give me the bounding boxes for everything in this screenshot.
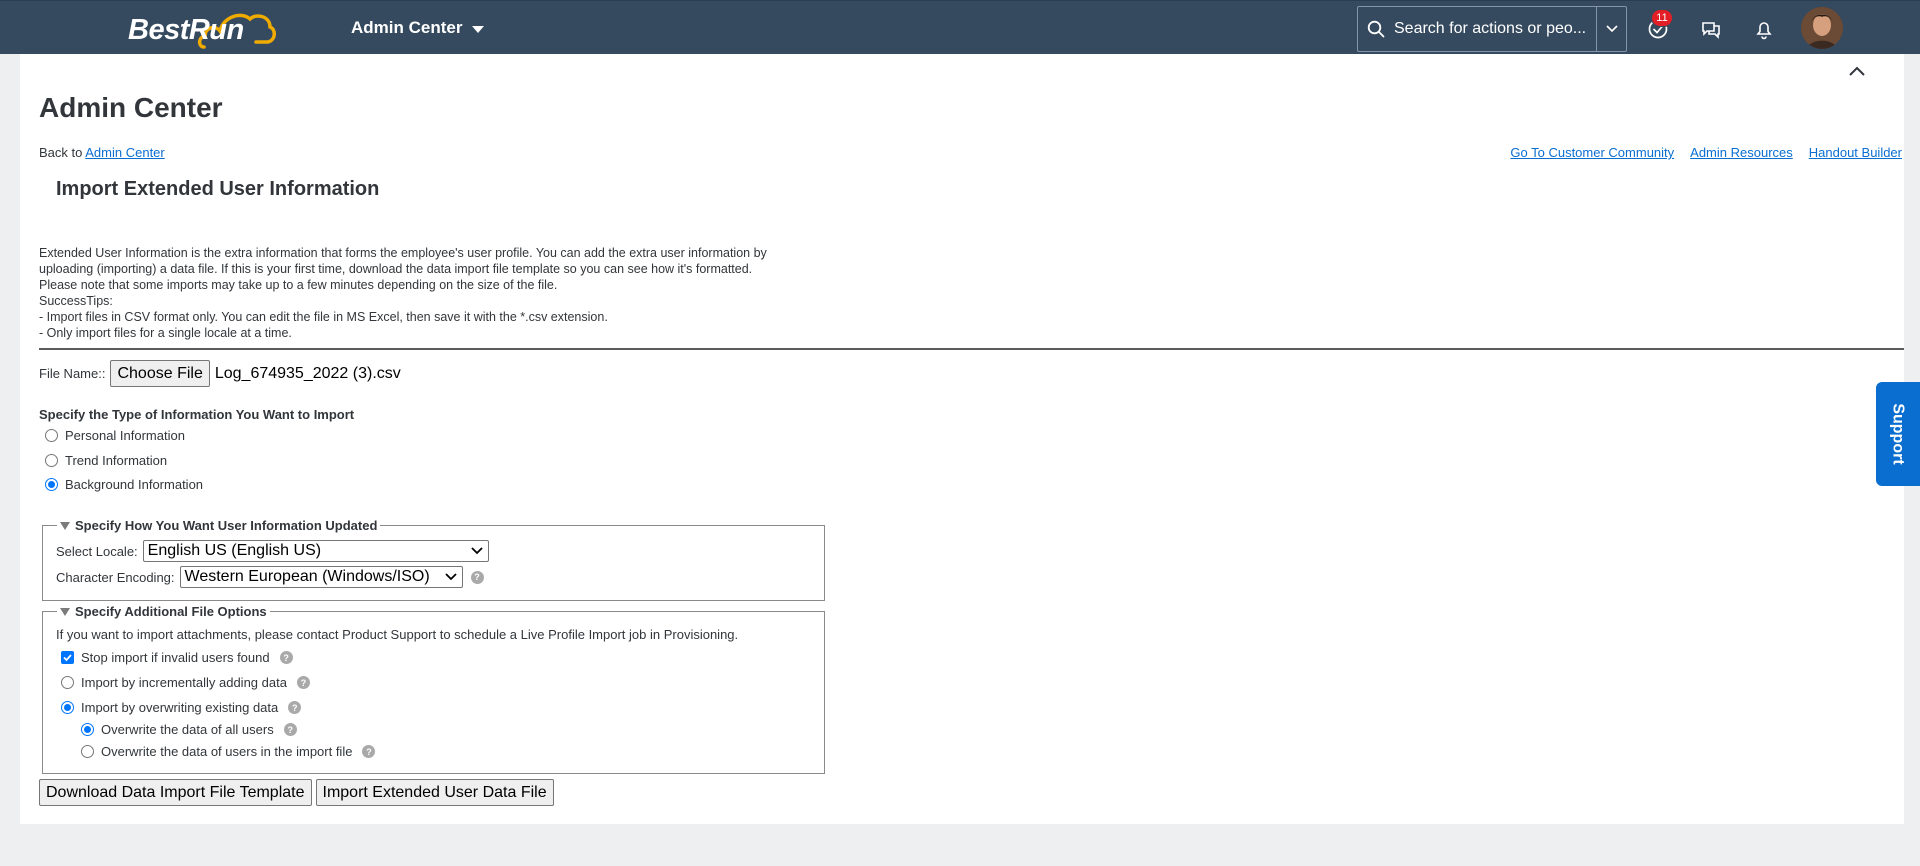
locale-row: Select Locale: English US (English US)	[56, 540, 489, 562]
page-content: Admin Center Back to Admin Center Go To …	[20, 54, 1904, 824]
radio-overwrite-import[interactable]	[81, 745, 94, 758]
collapse-header-button[interactable]	[1845, 62, 1869, 82]
overwrite-option[interactable]: Import by overwriting existing data ?	[61, 700, 302, 715]
radio-overwrite-all[interactable]	[81, 723, 94, 736]
locale-label: Select Locale:	[56, 543, 138, 559]
option-label: Overwrite the data of users in the impor…	[101, 744, 353, 759]
info-type-heading: Specify the Type of Information You Want…	[39, 407, 355, 422]
customer-community-link[interactable]: Go To Customer Community	[1510, 145, 1674, 160]
stop-invalid-checkbox[interactable]	[61, 651, 74, 664]
description-line: Extended User Information is the extra i…	[39, 246, 767, 260]
section-title: Import Extended User Information	[56, 178, 380, 200]
attachments-note: If you want to import attachments, pleas…	[56, 627, 738, 642]
radio-trend[interactable]	[45, 454, 58, 467]
chevron-down-icon	[471, 547, 483, 555]
user-photo-icon	[1801, 7, 1843, 49]
chat-bubbles-icon	[1702, 22, 1720, 39]
info-type-option-trend[interactable]: Trend Information	[45, 453, 167, 468]
search-icon[interactable]	[1362, 20, 1390, 38]
info-type-option-background[interactable]: Background Information	[45, 477, 203, 492]
file-name-label: File Name::	[39, 366, 106, 381]
help-icon[interactable]: ?	[279, 651, 293, 664]
back-prefix: Back to	[39, 145, 83, 160]
locale-select[interactable]: English US (English US)	[142, 540, 489, 562]
description-line: Please note that some imports may take u…	[39, 278, 558, 292]
update-method-legend[interactable]: Specify How You Want User Information Up…	[57, 518, 381, 533]
help-icon[interactable]: ?	[283, 723, 297, 736]
legend-text: Specify How You Want User Information Up…	[75, 518, 378, 533]
option-label: Stop import if invalid users found	[81, 650, 270, 665]
option-label: Import by incrementally adding data	[81, 675, 287, 690]
info-type-option-personal[interactable]: Personal Information	[45, 428, 185, 443]
option-label: Background Information	[65, 477, 204, 492]
chevron-down-icon	[1605, 25, 1618, 33]
help-icon[interactable]: ?	[296, 676, 310, 689]
radio-incremental[interactable]	[61, 676, 74, 689]
choose-file-button[interactable]: Choose File	[110, 360, 210, 387]
chevron-up-icon	[1849, 66, 1865, 76]
help-icon[interactable]: ?	[362, 745, 376, 758]
legend-text: Specify Additional File Options	[75, 604, 267, 619]
user-avatar[interactable]	[1801, 7, 1843, 49]
description-line: SuccessTips:	[39, 294, 113, 308]
radio-overwrite[interactable]	[61, 701, 74, 714]
back-to-admin-center-link[interactable]: Admin Center	[85, 145, 164, 160]
search-input[interactable]	[1390, 7, 1596, 51]
expand-triangle-icon	[60, 607, 70, 616]
radio-background[interactable]	[45, 478, 58, 491]
expand-triangle-icon	[60, 521, 70, 530]
notifications-button[interactable]	[1748, 13, 1780, 45]
support-label: Support	[1890, 403, 1908, 465]
encoding-label: Character Encoding:	[56, 569, 175, 585]
file-options-legend[interactable]: Specify Additional File Options	[57, 604, 270, 619]
encoding-row: Character Encoding: Western European (Wi…	[56, 566, 484, 588]
action-buttons: Download Data Import File Template Impor…	[39, 779, 554, 806]
import-data-button[interactable]: Import Extended User Data File	[315, 779, 554, 806]
app-title: Admin Center	[351, 18, 463, 37]
checkmark-icon	[63, 654, 72, 662]
option-label: Overwrite the data of all users	[101, 722, 274, 737]
handout-builder-link[interactable]: Handout Builder	[1809, 145, 1902, 160]
locale-value: English US (English US)	[147, 542, 322, 559]
feedback-button[interactable]	[1695, 13, 1727, 45]
divider	[39, 348, 1904, 350]
chevron-down-icon	[444, 573, 457, 581]
search-dropdown-button[interactable]	[1596, 7, 1626, 51]
support-tab[interactable]: Support	[1876, 382, 1920, 486]
update-method-fieldset: Specify How You Want User Information Up…	[42, 518, 825, 601]
option-label: Trend Information	[65, 453, 168, 468]
breadcrumb: Back to Admin Center	[39, 145, 165, 160]
file-picker-row: File Name:: Choose File Log_674935_2022 …	[39, 360, 401, 387]
download-template-button[interactable]: Download Data Import File Template	[39, 779, 312, 806]
page-title: Admin Center	[39, 92, 223, 123]
global-search	[1357, 6, 1627, 52]
caret-down-icon	[472, 25, 485, 33]
shell-bar: BestRun Admin Center 11	[0, 0, 1920, 54]
logo-text: BestRun	[128, 14, 244, 46]
description-line: uploading (importing) a data file. If th…	[39, 262, 753, 276]
description-line: - Import files in CSV format only. You c…	[39, 310, 608, 324]
help-icon[interactable]: ?	[288, 701, 302, 714]
radio-personal[interactable]	[45, 429, 58, 442]
overwrite-all-option[interactable]: Overwrite the data of all users ?	[81, 722, 297, 737]
resource-links: Go To Customer Community Admin Resources…	[1510, 145, 1902, 160]
overwrite-import-option[interactable]: Overwrite the data of users in the impor…	[81, 744, 376, 759]
admin-resources-link[interactable]: Admin Resources	[1690, 145, 1793, 160]
app-switcher[interactable]: Admin Center	[351, 18, 485, 38]
stop-invalid-option[interactable]: Stop import if invalid users found ?	[61, 650, 293, 665]
import-description: Extended User Information is the extra i…	[39, 245, 939, 341]
attachments-note-text: If you want to import attachments, pleas…	[56, 627, 739, 642]
description-line: - Only import files for a single locale …	[39, 326, 292, 340]
notification-count-badge: 11	[1651, 9, 1673, 27]
option-label: Personal Information	[65, 428, 185, 443]
encoding-value: Western European (Windows/ISO)	[184, 568, 430, 585]
encoding-select[interactable]: Western European (Windows/ISO)	[179, 566, 463, 588]
file-options-fieldset: Specify Additional File Options If you w…	[42, 604, 825, 774]
option-label: Import by overwriting existing data	[81, 700, 279, 715]
incremental-option[interactable]: Import by incrementally adding data ?	[61, 675, 310, 690]
selected-file-name: Log_674935_2022 (3).csv	[214, 364, 401, 382]
help-icon[interactable]: ?	[470, 570, 484, 584]
bell-icon	[1756, 22, 1772, 40]
